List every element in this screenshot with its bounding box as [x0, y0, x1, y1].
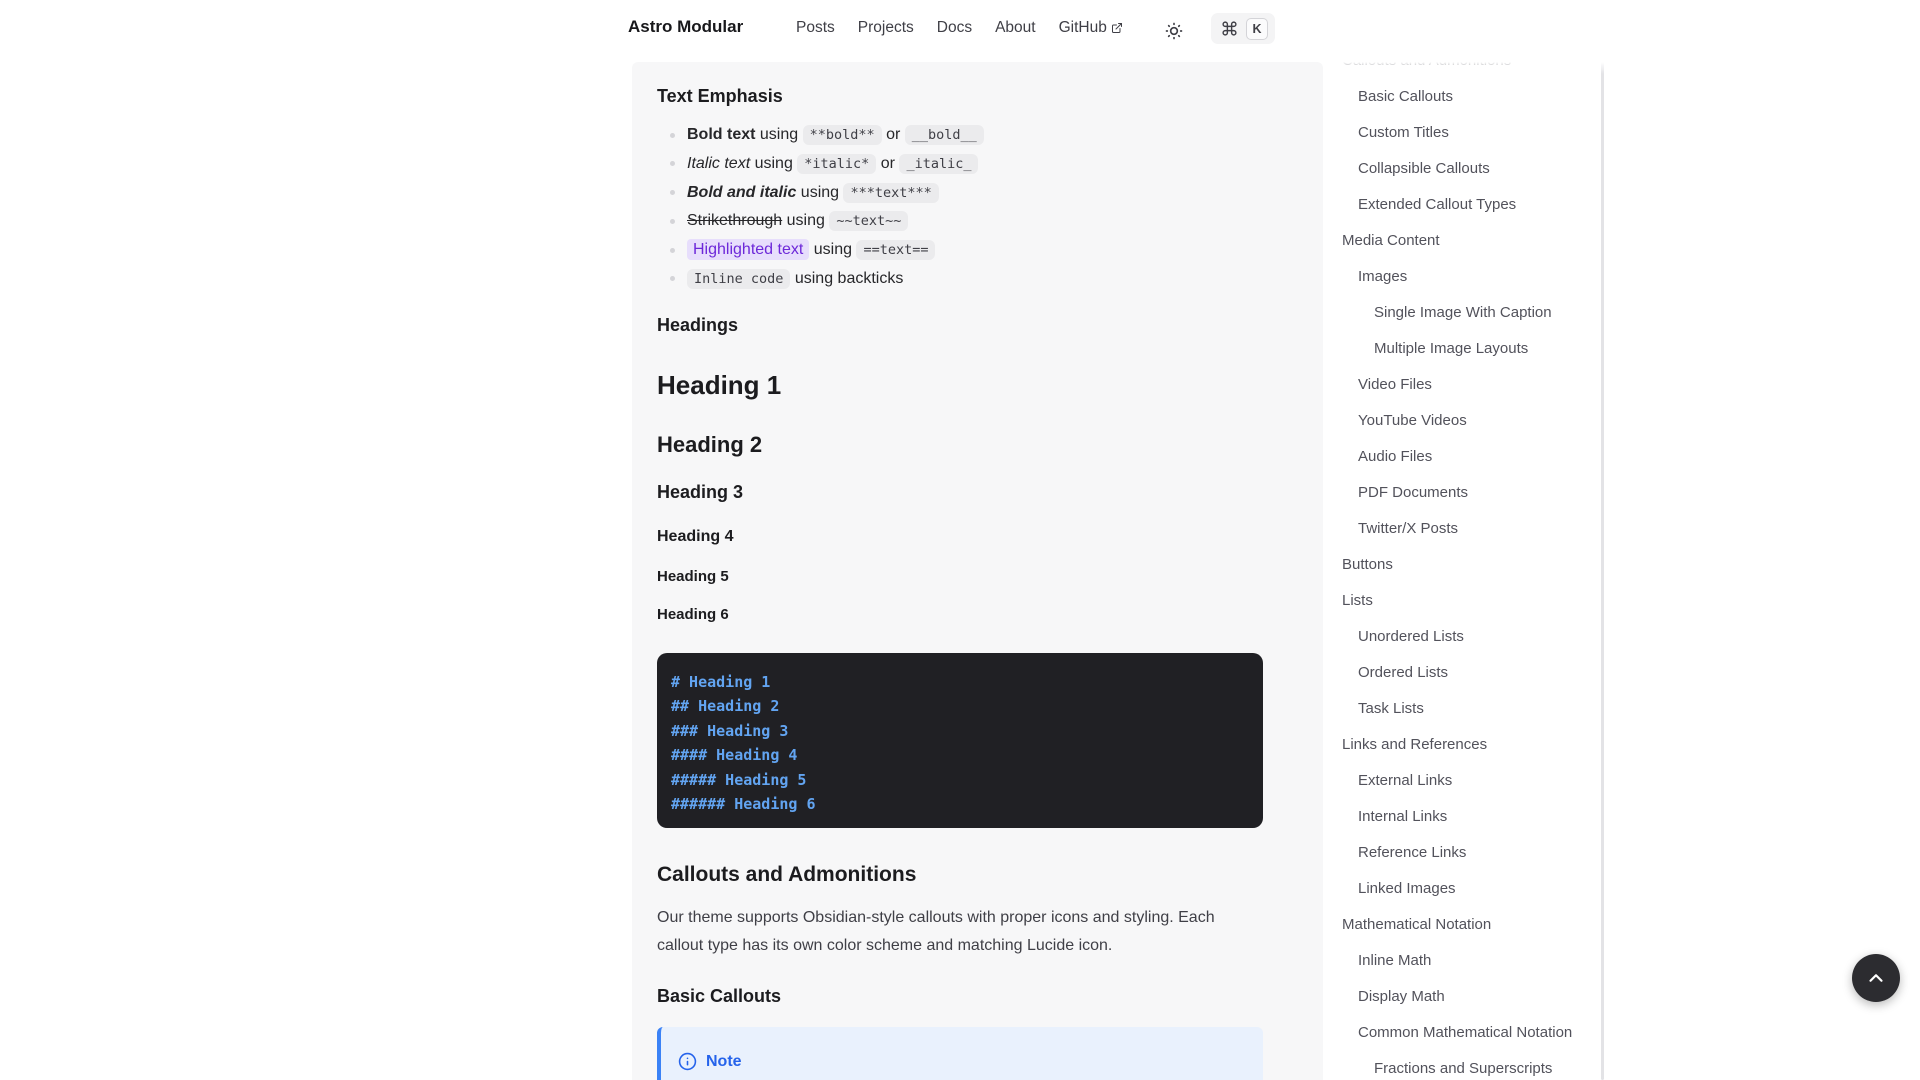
site-header: Astro Modular Posts Projects Docs About … [0, 0, 1920, 62]
code-chip: ~~text~~ [829, 211, 908, 231]
code-chip: __bold__ [905, 125, 984, 145]
command-palette-key: K [1246, 18, 1268, 40]
list-item: Strikethrough using ~~text~~ [657, 207, 1267, 236]
toc-item[interactable]: Lists [1323, 582, 1605, 618]
list-item: Inline code using backticks [657, 265, 1267, 294]
nav-github-label: GitHub [1059, 19, 1107, 37]
toc-item[interactable]: Links and References [1323, 726, 1605, 762]
markdown-code-block: # Heading 1 ## Heading 2 ### Heading 3 #… [657, 653, 1263, 828]
section-heading-text-emphasis: Text Emphasis [657, 86, 783, 107]
demo-heading-5: Heading 5 [657, 568, 729, 585]
list-item-text: using [750, 155, 797, 172]
list-item-text: using [755, 126, 802, 143]
inline-code-sample: Inline code [687, 269, 790, 289]
toc-item[interactable]: Collapsible Callouts [1323, 150, 1605, 186]
highlight-sample: Highlighted text [687, 239, 809, 260]
sun-icon [1164, 21, 1184, 41]
list-item: Bold and italic using ***text*** [657, 179, 1267, 208]
code-chip: _italic_ [899, 154, 978, 174]
toc-item[interactable]: Audio Files [1323, 438, 1605, 474]
toc-item[interactable]: Callouts and Admonitions [1323, 62, 1605, 78]
site-brand[interactable]: Astro Modular [628, 17, 743, 37]
section-heading-headings: Headings [657, 315, 738, 336]
toc-item[interactable]: Video Files [1323, 366, 1605, 402]
toc-item[interactable]: Ordered Lists [1323, 654, 1605, 690]
table-of-contents: Callouts and AdmonitionsBasic CalloutsCu… [1323, 62, 1605, 1080]
code-chip: ==text== [856, 240, 935, 260]
toc-item[interactable]: Images [1323, 258, 1605, 294]
toc-item[interactable]: Fractions and Superscripts [1323, 1050, 1605, 1080]
demo-heading-4: Heading 4 [657, 528, 733, 546]
bold-sample: Bold text [687, 126, 755, 143]
external-link-icon [1111, 22, 1123, 34]
toc-item[interactable]: Mathematical Notation [1323, 906, 1605, 942]
list-item-text: using [796, 184, 843, 201]
chevron-up-icon [1865, 967, 1887, 989]
toc-item[interactable]: External Links [1323, 762, 1605, 798]
main-nav: Posts Projects Docs About GitHub [796, 19, 1123, 37]
nav-projects[interactable]: Projects [858, 19, 914, 37]
demo-heading-2: Heading 2 [657, 432, 762, 458]
toc-item[interactable]: Reference Links [1323, 834, 1605, 870]
list-item-text: using backticks [790, 270, 903, 287]
nav-github[interactable]: GitHub [1059, 19, 1123, 37]
toc-scrollbar[interactable] [1601, 62, 1604, 1080]
section-heading-callouts: Callouts and Admonitions [657, 863, 916, 887]
code-chip: *italic* [797, 154, 876, 174]
demo-heading-1: Heading 1 [657, 370, 781, 401]
text-emphasis-list: Bold text using **bold** or __bold__ Ita… [657, 121, 1267, 294]
toc-item[interactable]: Inline Math [1323, 942, 1605, 978]
toc-item[interactable]: Internal Links [1323, 798, 1605, 834]
toc-item[interactable]: Custom Titles [1323, 114, 1605, 150]
nav-docs[interactable]: Docs [937, 19, 972, 37]
toc-item[interactable]: Unordered Lists [1323, 618, 1605, 654]
toc-item[interactable]: Single Image With Caption [1323, 294, 1605, 330]
toc-item[interactable]: Display Math [1323, 978, 1605, 1014]
toc-item[interactable]: Task Lists [1323, 690, 1605, 726]
italic-sample: Italic text [687, 155, 750, 172]
list-item-text: or [882, 126, 905, 143]
theme-toggle-button[interactable] [1157, 14, 1191, 48]
section-heading-basic-callouts: Basic Callouts [657, 986, 781, 1007]
scroll-to-top-button[interactable] [1852, 954, 1900, 1002]
toc-item[interactable]: YouTube Videos [1323, 402, 1605, 438]
toc-item[interactable]: Buttons [1323, 546, 1605, 582]
toc-item[interactable]: Media Content [1323, 222, 1605, 258]
list-item-text: using [809, 241, 856, 258]
list-item: Bold text using **bold** or __bold__ [657, 121, 1267, 150]
callouts-paragraph: Our theme supports Obsidian-style callou… [657, 904, 1257, 959]
note-callout-header: Note [661, 1027, 1263, 1071]
list-item-text: or [876, 155, 899, 172]
toc-item[interactable]: Twitter/X Posts [1323, 510, 1605, 546]
command-icon [1221, 20, 1238, 37]
list-item: Italic text using *italic* or _italic_ [657, 150, 1267, 179]
nav-about[interactable]: About [995, 19, 1036, 37]
nav-posts[interactable]: Posts [796, 19, 835, 37]
toc-list: Callouts and AdmonitionsBasic CalloutsCu… [1323, 62, 1605, 1080]
info-icon [678, 1052, 697, 1071]
note-callout: Note [657, 1027, 1263, 1080]
toc-item[interactable]: Extended Callout Types [1323, 186, 1605, 222]
strikethrough-sample: Strikethrough [687, 212, 782, 229]
demo-heading-6: Heading 6 [657, 606, 729, 623]
command-palette-button[interactable]: K [1211, 13, 1275, 44]
note-callout-title: Note [706, 1053, 742, 1071]
demo-heading-3: Heading 3 [657, 482, 743, 503]
toc-item[interactable]: Linked Images [1323, 870, 1605, 906]
toc-item[interactable]: Multiple Image Layouts [1323, 330, 1605, 366]
toc-item[interactable]: PDF Documents [1323, 474, 1605, 510]
code-chip: **bold** [803, 125, 882, 145]
toc-item[interactable]: Basic Callouts [1323, 78, 1605, 114]
bold-italic-sample: Bold and italic [687, 184, 796, 201]
list-item-text: using [782, 212, 829, 229]
code-chip: ***text*** [843, 183, 938, 203]
list-item: Highlighted text using ==text== [657, 236, 1267, 265]
toc-item[interactable]: Common Mathematical Notation [1323, 1014, 1605, 1050]
